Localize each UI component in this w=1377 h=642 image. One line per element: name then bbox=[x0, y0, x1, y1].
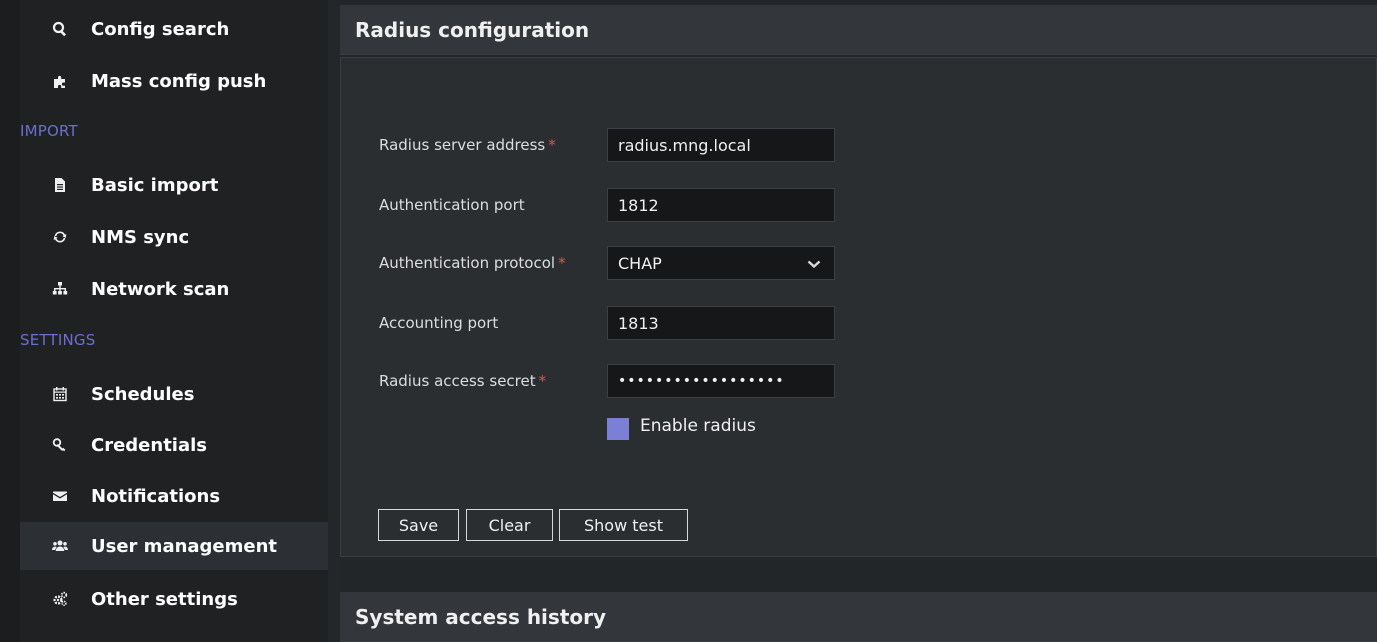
puzzle-icon bbox=[50, 71, 70, 91]
sidebar-item-network-scan[interactable]: Network scan bbox=[20, 265, 328, 313]
sidebar-item-mass-config-push[interactable]: Mass config push bbox=[20, 57, 328, 105]
sitemap-icon bbox=[50, 279, 70, 299]
sidebar-item-label: Notifications bbox=[91, 485, 221, 507]
show-test-button[interactable]: Show test bbox=[559, 509, 688, 541]
access-secret-input[interactable] bbox=[607, 364, 835, 398]
accounting-port-label: Accounting port bbox=[379, 314, 499, 332]
section-label-settings: SETTINGS bbox=[20, 331, 96, 349]
sidebar-item-label: Basic import bbox=[91, 174, 219, 196]
enable-radius-checkbox[interactable] bbox=[607, 418, 629, 440]
sidebar-item-user-management[interactable]: User management bbox=[20, 522, 328, 570]
sidebar-item-label: NMS sync bbox=[91, 226, 190, 248]
sidebar-item-config-search[interactable]: Config search bbox=[20, 5, 328, 53]
access-secret-label: Radius access secret * bbox=[379, 372, 547, 390]
cogs-icon bbox=[50, 589, 70, 609]
auth-protocol-value: CHAP bbox=[618, 253, 662, 273]
search-icon bbox=[50, 19, 70, 39]
sidebar-item-label: Schedules bbox=[91, 383, 195, 405]
radius-panel-header: Radius configuration bbox=[340, 5, 1377, 55]
accounting-port-input[interactable] bbox=[607, 306, 835, 340]
key-icon bbox=[50, 435, 70, 455]
file-icon bbox=[50, 175, 70, 195]
auth-port-input[interactable] bbox=[607, 188, 835, 222]
sync-icon bbox=[50, 227, 70, 247]
auth-protocol-select[interactable]: CHAP bbox=[607, 246, 835, 280]
sidebar-item-label: Network scan bbox=[91, 278, 230, 300]
sidebar-gutter bbox=[328, 0, 340, 642]
radius-form: Radius server address* Authentication po… bbox=[340, 57, 1377, 557]
save-button[interactable]: Save bbox=[378, 509, 459, 541]
envelope-icon bbox=[50, 486, 70, 506]
sidebar-item-basic-import[interactable]: Basic import bbox=[20, 161, 328, 209]
required-marker: * bbox=[558, 254, 566, 272]
required-marker: * bbox=[548, 136, 556, 154]
required-marker: * bbox=[538, 372, 547, 390]
sidebar-item-schedules[interactable]: Schedules bbox=[20, 370, 328, 418]
clear-button[interactable]: Clear bbox=[466, 509, 553, 541]
sidebar-item-label: Other settings bbox=[91, 588, 238, 610]
auth-protocol-label: Authentication protocol * bbox=[379, 254, 566, 272]
sidebar-item-credentials[interactable]: Credentials bbox=[20, 421, 328, 469]
sidebar-item-label: Credentials bbox=[91, 434, 208, 456]
users-icon bbox=[50, 536, 70, 556]
auth-port-label: Authentication port bbox=[379, 196, 525, 214]
left-edge-strip bbox=[0, 0, 20, 642]
section-label-import: IMPORT bbox=[20, 122, 78, 140]
sidebar-item-other-settings[interactable]: Other settings bbox=[20, 575, 328, 623]
history-panel-header: System access history bbox=[340, 592, 1377, 642]
calendar-icon bbox=[50, 384, 70, 404]
chevron-down-icon bbox=[806, 256, 822, 272]
sidebar-item-notifications[interactable]: Notifications bbox=[20, 472, 328, 520]
main-content: Radius configuration Radius server addre… bbox=[340, 0, 1377, 642]
server-address-label: Radius server address * bbox=[379, 136, 556, 154]
sidebar-item-label: User management bbox=[91, 535, 278, 557]
server-address-input[interactable] bbox=[607, 128, 835, 162]
sidebar-item-label: Mass config push bbox=[91, 70, 267, 92]
sidebar-item-nms-sync[interactable]: NMS sync bbox=[20, 213, 328, 261]
sidebar: Config search Mass config push IMPORT Ba… bbox=[20, 0, 328, 642]
sidebar-item-label: Config search bbox=[91, 18, 230, 40]
enable-radius-label[interactable]: Enable radius bbox=[640, 416, 756, 436]
